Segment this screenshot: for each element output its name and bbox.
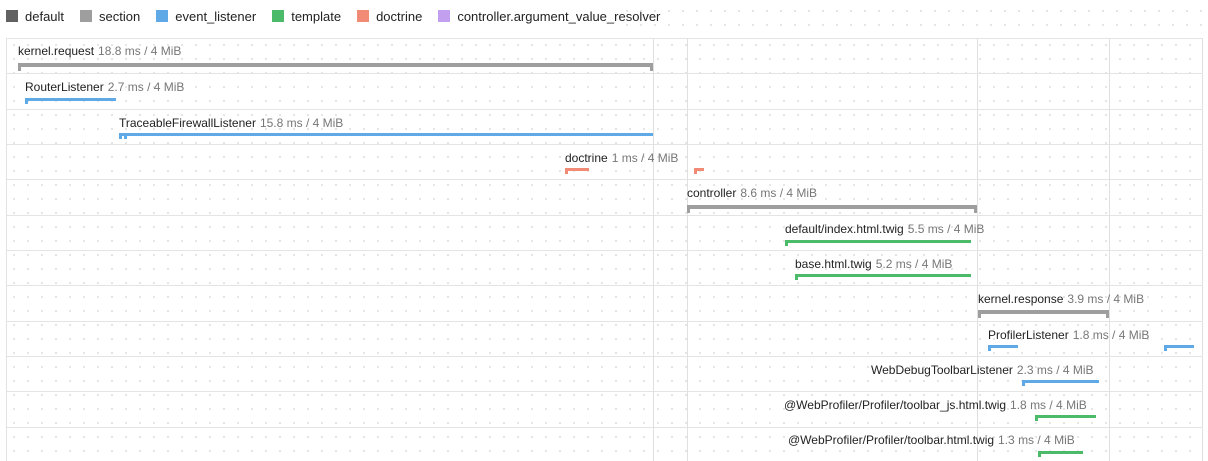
event-duration: 15.8 ms / 4 MiB <box>259 116 344 130</box>
event-bar-router-listener[interactable] <box>25 98 116 101</box>
event-label-kernel-response[interactable]: kernel.response 3.9 ms / 4 MiB <box>978 292 1144 306</box>
legend-item-section[interactable]: section <box>80 9 140 24</box>
event-label-router-listener[interactable]: RouterListener 2.7 ms / 4 MiB <box>25 80 184 94</box>
legend-item-template[interactable]: template <box>272 9 341 24</box>
row-separator <box>7 144 1203 145</box>
event-label-controller[interactable]: controller 8.6 ms / 4 MiB <box>687 186 817 200</box>
row-separator <box>7 250 1203 251</box>
row-separator <box>7 73 1203 74</box>
event-bar-tick <box>119 133 122 139</box>
event-name: TraceableFirewallListener <box>119 116 256 130</box>
event-bar-tick <box>565 168 568 174</box>
event-bar-kernel-request[interactable] <box>18 63 653 71</box>
event-name: WebDebugToolbarListener <box>871 363 1013 377</box>
event-name: doctrine <box>565 151 608 165</box>
event-label-traceable-firewall-listener[interactable]: TraceableFirewallListener 15.8 ms / 4 MiB <box>119 116 343 130</box>
event-label-doctrine[interactable]: doctrine 1 ms / 4 MiB <box>565 151 678 165</box>
event-bar-profiler-listener[interactable] <box>1164 345 1194 348</box>
event-duration: 5.5 ms / 4 MiB <box>907 222 985 236</box>
legend-item-default[interactable]: default <box>6 9 64 24</box>
event-duration: 1.3 ms / 4 MiB <box>998 433 1075 447</box>
legend-label-doctrine: doctrine <box>376 8 423 24</box>
legend-label-template: template <box>291 8 342 24</box>
event-bar-tick <box>1035 415 1038 421</box>
event-label-base-html-twig[interactable]: base.html.twig 5.2 ms / 4 MiB <box>795 257 952 271</box>
legend-swatch-section <box>80 10 93 22</box>
event-bar-tick <box>1038 451 1041 457</box>
event-duration: 2.3 ms / 4 MiB <box>1016 363 1094 377</box>
event-bar-web-debug-toolbar-listener[interactable] <box>1022 380 1099 383</box>
legend-swatch-controller-argument-value-resolver <box>438 10 451 22</box>
event-label-kernel-request[interactable]: kernel.request 18.8 ms / 4 MiB <box>18 44 181 58</box>
event-bar-tick <box>25 98 28 104</box>
event-name: ProfilerListener <box>988 328 1069 342</box>
event-bar-base-html-twig[interactable] <box>795 274 971 277</box>
legend-item-doctrine[interactable]: doctrine <box>357 9 422 24</box>
event-duration: 1.8 ms / 4 MiB <box>1072 328 1150 342</box>
event-duration: 2.7 ms / 4 MiB <box>107 80 185 94</box>
event-duration: 8.6 ms / 4 MiB <box>740 186 818 200</box>
event-duration: 3.9 ms / 4 MiB <box>1067 292 1145 306</box>
legend-swatch-doctrine <box>357 10 370 22</box>
event-bar-toolbar-js-html-twig[interactable] <box>1035 415 1096 418</box>
event-label-profiler-listener[interactable]: ProfilerListener 1.8 ms / 4 MiB <box>988 328 1149 342</box>
event-name: @WebProfiler/Profiler/toolbar_js.html.tw… <box>784 398 1007 412</box>
event-bar-toolbar-html-twig[interactable] <box>1038 451 1083 454</box>
event-bar-tick <box>1022 380 1025 386</box>
event-duration: 1.8 ms / 4 MiB <box>1010 398 1087 412</box>
event-bar-controller[interactable] <box>687 205 977 213</box>
legend-swatch-event-listener <box>156 10 169 22</box>
event-bar-doctrine[interactable] <box>565 168 589 171</box>
event-duration: 5.2 ms / 4 MiB <box>875 257 953 271</box>
row-separator <box>7 179 1203 180</box>
event-label-toolbar-html-twig[interactable]: @WebProfiler/Profiler/toolbar.html.twig 1… <box>788 433 1075 447</box>
row-separator <box>7 427 1203 428</box>
event-name: kernel.response <box>978 292 1064 306</box>
legend-label-section: section <box>99 8 141 24</box>
event-duration: 1 ms / 4 MiB <box>611 151 679 165</box>
event-bar-tick <box>124 133 127 139</box>
legend-swatch-template <box>272 10 285 22</box>
event-bar-tick <box>795 274 798 280</box>
legend-label-default: default <box>25 8 65 24</box>
legend-item-event-listener[interactable]: event_listener <box>156 9 256 24</box>
row-separator <box>7 285 1203 286</box>
event-bar-default-index-html-twig[interactable] <box>785 240 971 243</box>
timeline: kernel.request 18.8 ms / 4 MiB RouterList… <box>6 38 1203 461</box>
event-bar-tick <box>1164 345 1167 351</box>
event-name: default/index.html.twig <box>785 222 904 236</box>
event-name: @WebProfiler/Profiler/toolbar.html.twig <box>788 433 995 447</box>
event-label-web-debug-toolbar-listener[interactable]: WebDebugToolbarListener 2.3 ms / 4 MiB <box>871 363 1094 377</box>
legend-swatch-default <box>6 10 18 22</box>
event-label-toolbar-js-html-twig[interactable]: @WebProfiler/Profiler/toolbar_js.html.tw… <box>784 398 1087 412</box>
legend-dot-grid <box>620 4 1208 34</box>
event-bar-tick <box>694 168 697 174</box>
event-bar-kernel-response[interactable] <box>978 310 1109 318</box>
event-bar-tick <box>785 240 788 246</box>
legend: default section event_listener template … <box>6 6 676 26</box>
row-separator <box>7 109 1203 110</box>
event-label-default-index-html-twig[interactable]: default/index.html.twig 5.5 ms / 4 MiB <box>785 222 984 236</box>
row-separator <box>7 38 1203 39</box>
event-name: kernel.request <box>18 44 95 58</box>
event-name: controller <box>687 186 737 200</box>
event-duration: 18.8 ms / 4 MiB <box>98 44 182 58</box>
event-bar-traceable-firewall-listener[interactable] <box>119 133 653 136</box>
legend-label-event-listener: event_listener <box>175 8 257 24</box>
event-name: RouterListener <box>25 80 104 94</box>
event-name: base.html.twig <box>795 257 872 271</box>
row-separator <box>7 391 1203 392</box>
row-separator <box>7 215 1203 216</box>
row-separator <box>7 321 1203 322</box>
row-separator <box>7 356 1203 357</box>
event-bar-profiler-listener[interactable] <box>988 345 1018 348</box>
event-bar-tick <box>988 345 991 351</box>
